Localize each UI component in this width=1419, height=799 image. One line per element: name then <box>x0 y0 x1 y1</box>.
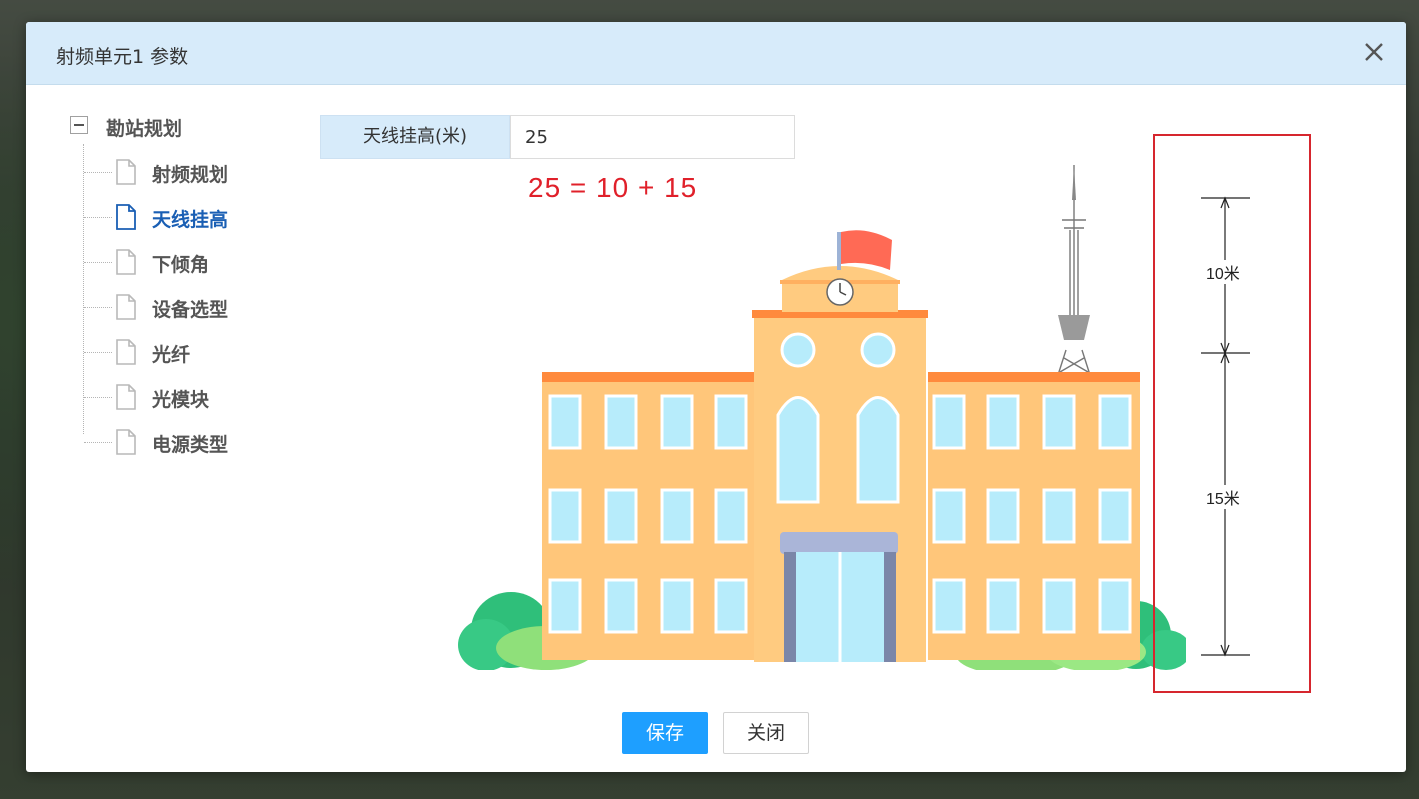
parameter-dialog: 射频单元1 参数 勘站规划 射频规划 天线挂高 下倾角 设备选型 光纤 光模块 … <box>26 22 1406 772</box>
height-scale-highlight: 10米 15米 <box>1153 134 1311 693</box>
tree-item-label: 设备选型 <box>152 299 229 321</box>
tree-root[interactable]: 勘站规划 <box>70 114 290 142</box>
tree-item-label: 光模块 <box>152 389 210 411</box>
file-icon <box>116 384 136 410</box>
tree-item-fiber[interactable]: 光纤 <box>84 339 284 369</box>
save-button[interactable]: 保存 <box>622 712 708 754</box>
lower-height-label: 15米 <box>1204 485 1242 509</box>
file-icon <box>116 339 136 365</box>
tree-item-rf-planning[interactable]: 射频规划 <box>84 159 284 189</box>
tree-item-downtilt[interactable]: 下倾角 <box>84 249 284 279</box>
tree-item-label: 光纤 <box>152 344 191 366</box>
tree-item-antenna-height[interactable]: 天线挂高 <box>84 204 284 234</box>
tree-item-label: 下倾角 <box>152 254 210 276</box>
dialog-header: 射频单元1 参数 <box>26 22 1406 85</box>
file-icon <box>116 429 136 455</box>
close-icon[interactable] <box>1362 40 1386 64</box>
planning-tree: 勘站规划 射频规划 天线挂高 下倾角 设备选型 光纤 光模块 电源类型 <box>70 114 300 494</box>
file-icon <box>116 204 136 230</box>
tree-root-label: 勘站规划 <box>106 118 183 140</box>
file-icon <box>116 294 136 320</box>
tree-item-power-type[interactable]: 电源类型 <box>84 429 284 459</box>
close-button[interactable]: 关闭 <box>723 712 809 754</box>
tree-item-label: 天线挂高 <box>152 209 229 231</box>
height-scale <box>1201 196 1250 657</box>
tree-item-equipment[interactable]: 设备选型 <box>84 294 284 324</box>
upper-height-label: 10米 <box>1204 260 1242 284</box>
file-icon <box>116 159 136 185</box>
file-icon <box>116 249 136 275</box>
dialog-title: 射频单元1 参数 <box>56 46 189 68</box>
tree-item-label: 电源类型 <box>152 434 229 456</box>
tree-item-label: 射频规划 <box>152 164 229 186</box>
building-tower-illustration <box>458 165 1186 670</box>
collapse-icon[interactable] <box>70 116 88 134</box>
tree-item-optical-module[interactable]: 光模块 <box>84 384 284 414</box>
